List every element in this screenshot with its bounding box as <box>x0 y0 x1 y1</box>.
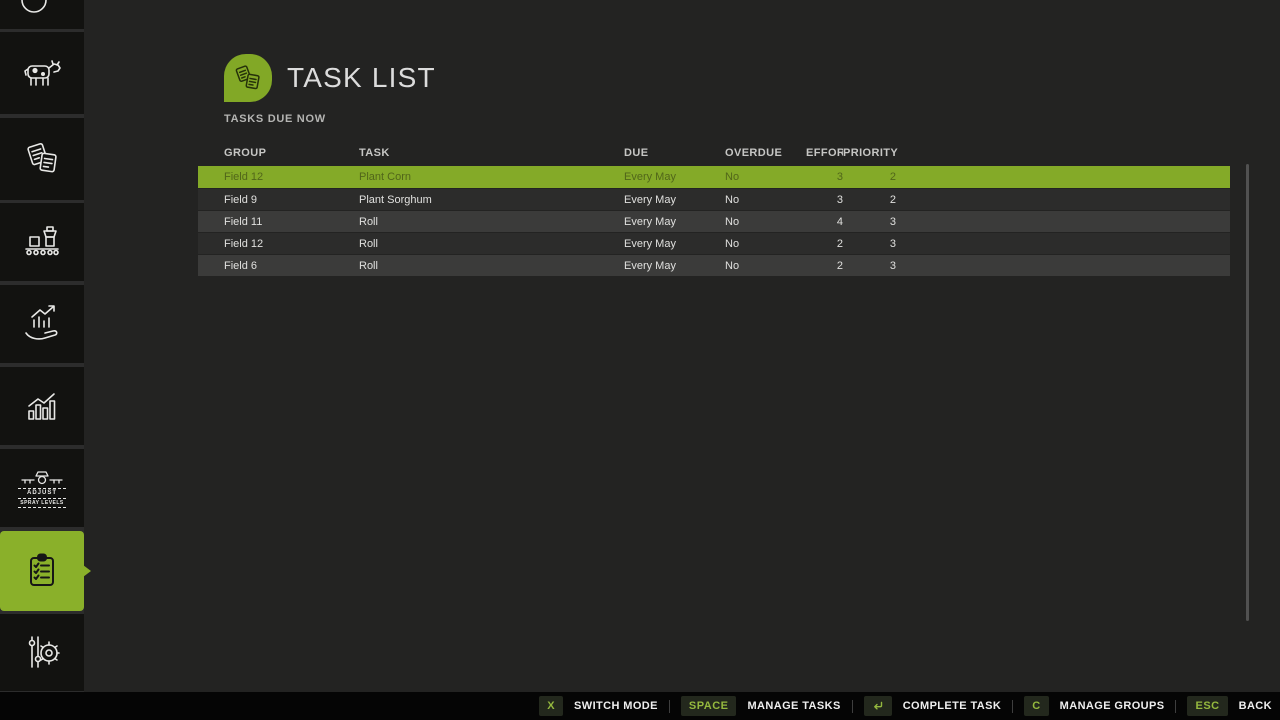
task-list-header-icon <box>224 54 272 102</box>
return-key-icon <box>864 696 892 716</box>
cell-group: Field 6 <box>198 260 359 272</box>
task-table: GROUP TASK DUE OVERDUE EFFORT PRIORITY F… <box>198 140 1230 277</box>
shortcut-bar: X SWITCH MODE SPACE MANAGE TASKS COMPLET… <box>0 692 1280 720</box>
cell-effort: 4 <box>806 216 843 228</box>
notes-icon <box>232 62 264 94</box>
sidebar: ADJUST SPRAY LEVELS <box>0 0 84 692</box>
cell-effort: 3 <box>806 171 843 183</box>
circle-icon <box>0 0 84 29</box>
shortcut-complete-task[interactable]: COMPLETE TASK <box>864 696 1002 716</box>
column-header-priority: PRIORITY <box>843 147 899 159</box>
cell-task: Roll <box>359 238 624 250</box>
table-row[interactable]: Field 12 Roll Every May No 2 3 <box>198 233 1230 254</box>
sidebar-item-task-list[interactable] <box>0 531 84 611</box>
selected-arrow <box>83 565 91 577</box>
task-list-clipboard-icon <box>18 547 66 595</box>
adjust-spray-levels-icon <box>18 468 66 488</box>
sidebar-item-sales[interactable] <box>0 285 84 363</box>
section-label: TASKS DUE NOW <box>224 113 326 125</box>
column-header-effort: EFFORT <box>806 147 843 159</box>
table-row[interactable]: Field 6 Roll Every May No 2 3 <box>198 255 1230 276</box>
key-space: SPACE <box>681 696 737 716</box>
cell-due: Every May <box>624 260 725 272</box>
cell-overdue: No <box>725 194 806 206</box>
cell-effort: 3 <box>806 194 843 206</box>
column-header-overdue: OVERDUE <box>725 147 806 159</box>
cell-due: Every May <box>624 194 725 206</box>
cell-priority: 2 <box>843 171 899 183</box>
table-row-selected[interactable]: Field 12 Plant Corn Every May No 3 2 <box>198 166 1230 188</box>
cell-priority: 3 <box>843 216 899 228</box>
cell-task: Roll <box>359 216 624 228</box>
sidebar-item-map[interactable] <box>0 0 84 29</box>
shortcut-back[interactable]: ESC BACK <box>1187 696 1272 716</box>
cell-priority: 2 <box>843 194 899 206</box>
cell-overdue: No <box>725 260 806 272</box>
cell-group: Field 11 <box>198 216 359 228</box>
production-icon <box>18 218 66 266</box>
divider <box>669 700 670 713</box>
column-header-due: DUE <box>624 147 725 159</box>
sliders-gear-icon <box>18 629 66 677</box>
shortcut-switch-mode[interactable]: X SWITCH MODE <box>539 696 658 716</box>
cell-due: Every May <box>624 171 725 183</box>
cell-overdue: No <box>725 238 806 250</box>
shortcut-manage-tasks[interactable]: SPACE MANAGE TASKS <box>681 696 841 716</box>
cell-due: Every May <box>624 238 725 250</box>
sidebar-item-contracts[interactable] <box>0 118 84 200</box>
cell-priority: 3 <box>843 238 899 250</box>
table-header-row: GROUP TASK DUE OVERDUE EFFORT PRIORITY <box>198 140 1230 166</box>
cell-task: Plant Sorghum <box>359 194 624 206</box>
cell-overdue: No <box>725 216 806 228</box>
table-row[interactable]: Field 9 Plant Sorghum Every May No 3 2 <box>198 189 1230 210</box>
cell-task: Roll <box>359 260 624 272</box>
divider <box>1175 700 1176 713</box>
sidebar-item-adjust-spray-levels[interactable]: ADJUST SPRAY LEVELS <box>0 449 84 527</box>
adjust-spray-levels-label: ADJUST SPRAY LEVELS <box>18 488 66 509</box>
cell-priority: 3 <box>843 260 899 272</box>
shortcut-manage-groups[interactable]: C MANAGE GROUPS <box>1024 696 1164 716</box>
column-header-task: TASK <box>359 147 624 159</box>
cell-group: Field 12 <box>198 238 359 250</box>
sidebar-item-statistics[interactable] <box>0 367 84 445</box>
cell-effort: 2 <box>806 260 843 272</box>
cell-overdue: No <box>725 171 806 183</box>
key-esc: ESC <box>1187 696 1227 716</box>
divider <box>852 700 853 713</box>
documents-icon <box>18 135 66 183</box>
cell-group: Field 12 <box>198 171 359 183</box>
bar-chart-icon <box>18 382 66 430</box>
cow-icon <box>18 49 66 97</box>
divider <box>1012 700 1013 713</box>
key-x: X <box>539 696 563 716</box>
cell-task: Plant Corn <box>359 171 624 183</box>
sidebar-item-production[interactable] <box>0 203 84 281</box>
sidebar-item-settings[interactable] <box>0 614 84 691</box>
cell-effort: 2 <box>806 238 843 250</box>
column-header-group: GROUP <box>198 147 359 159</box>
cell-due: Every May <box>624 216 725 228</box>
cell-group: Field 9 <box>198 194 359 206</box>
sidebar-item-animals[interactable] <box>0 32 84 114</box>
key-c: C <box>1024 696 1048 716</box>
page-title: TASK LIST <box>287 62 436 94</box>
table-row[interactable]: Field 11 Roll Every May No 4 3 <box>198 211 1230 232</box>
hand-chart-icon <box>18 300 66 348</box>
vertical-scrollbar[interactable] <box>1246 164 1249 621</box>
